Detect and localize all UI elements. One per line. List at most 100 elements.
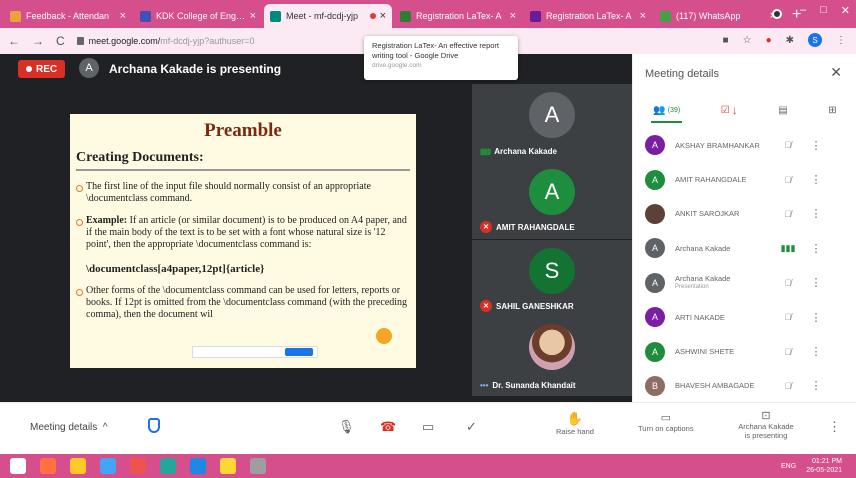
browser-tab[interactable]: Feedback - Attendan ×: [4, 4, 132, 28]
participant-row[interactable]: B BHAVESH AMBAGADE 🎙̸ ⋮: [633, 369, 856, 403]
captions-button[interactable]: ▭ Turn on captions: [638, 411, 694, 433]
bookmark-star-icon[interactable]: ☆: [743, 35, 752, 46]
close-window-button[interactable]: ✕: [841, 4, 850, 17]
participant-subtitle: Presentation: [675, 283, 709, 290]
paint-icon[interactable]: [250, 458, 266, 474]
more-options-icon[interactable]: ⋮: [801, 345, 831, 358]
more-options-icon[interactable]: ⋮: [801, 242, 831, 255]
camera-toggle-icon[interactable]: ▭: [422, 419, 434, 435]
tab-attendance[interactable]: ☑ ↓: [721, 103, 738, 117]
check-icon[interactable]: ✓: [466, 419, 477, 435]
participant-name: AMIT RAHANGDALE: [496, 222, 575, 232]
avatar: A: [645, 238, 665, 259]
close-icon[interactable]: ✕: [830, 64, 842, 81]
tab-people[interactable]: 👥 (39): [651, 104, 683, 123]
stop-sharing-button[interactable]: [285, 348, 313, 356]
close-tab-icon[interactable]: ×: [250, 10, 256, 22]
browser-tab[interactable]: KDK College of Engine ×: [134, 4, 262, 28]
meet-control-bar: Meeting details ^ 🎙 ☎ ▭ ✓ ✋ Raise hand ▭…: [0, 402, 856, 454]
word-icon[interactable]: [190, 458, 206, 474]
participant-row[interactable]: A AMIT RAHANGDALE 🎙̸ ⋮: [633, 162, 856, 196]
chrome-icon[interactable]: [220, 458, 236, 474]
back-button[interactable]: ←: [8, 34, 20, 48]
participant-row[interactable]: A AKSHAY BRAMHANKAR 🎙̸ ⋮: [633, 128, 856, 162]
speaking-icon[interactable]: ▮▮▮: [775, 243, 801, 254]
mic-off-icon[interactable]: 🎙̸: [775, 278, 801, 288]
browser-tab[interactable]: Registration LaTex- A ×: [394, 4, 522, 28]
participant-tile[interactable]: A ▮▮▮ Archana Kakade: [472, 84, 632, 162]
shield-icon[interactable]: [148, 418, 160, 433]
minimize-button[interactable]: –: [800, 4, 806, 17]
microphone-icon[interactable]: 🎙: [338, 419, 355, 435]
raise-hand-button[interactable]: ✋ Raise hand: [556, 411, 594, 436]
more-dots-icon: •••: [480, 381, 489, 390]
more-options-icon[interactable]: ⋮: [801, 207, 831, 220]
mic-off-icon[interactable]: 🎙̸: [775, 209, 801, 219]
mic-off-icon[interactable]: 🎙̸: [775, 140, 801, 150]
maximize-button[interactable]: □: [820, 4, 827, 17]
more-options-icon[interactable]: ⋮: [828, 419, 841, 435]
edge-icon[interactable]: [100, 458, 116, 474]
puzzle-icon[interactable]: ✱: [786, 35, 794, 46]
mic-off-icon[interactable]: 🎙̸: [775, 347, 801, 357]
presenting-label: Archana Kakade is presenting: [109, 62, 282, 76]
hang-up-icon[interactable]: ☎: [380, 419, 396, 435]
present-button[interactable]: ⊡ Archana Kakade is presenting: [736, 409, 796, 440]
participant-avatar: A: [529, 92, 575, 138]
firefox-icon[interactable]: [40, 458, 56, 474]
participant-name: BHAVESH AMBAGADE: [675, 381, 755, 391]
participant-row[interactable]: A ASHWINI SHETE 🎙̸ ⋮: [633, 334, 856, 368]
people-icon: 👥: [653, 104, 666, 116]
favicon-icon: [530, 10, 541, 22]
panel-tabs: 👥 (39) ☑ ↓ ▤ ⊞: [633, 96, 856, 124]
browser-tab[interactable]: (117) WhatsApp×: [654, 4, 782, 28]
mic-off-icon: ✕: [480, 221, 492, 233]
participant-name: ARTI NAKADE: [675, 312, 725, 322]
mic-off-icon[interactable]: 🎙̸: [775, 312, 801, 322]
profile-avatar[interactable]: S: [808, 33, 822, 47]
close-tab-icon[interactable]: ×: [640, 10, 646, 22]
tab-tooltip: Registration LaTex- An effective report …: [364, 36, 518, 80]
avatar: B: [645, 375, 665, 396]
browser-tab[interactable]: Registration LaTex- A ×: [524, 4, 652, 28]
mic-off-icon[interactable]: 🎙̸: [775, 381, 801, 391]
start-icon[interactable]: [10, 458, 26, 474]
hand-icon: ✋: [566, 411, 584, 426]
more-options-icon[interactable]: ⋮: [801, 139, 831, 152]
meeting-details-toggle[interactable]: Meeting details ^: [30, 422, 108, 433]
browser-menu-icon[interactable]: ⋮: [836, 35, 846, 46]
avatar: A: [645, 272, 665, 293]
close-tab-icon[interactable]: ×: [510, 10, 516, 22]
tab-title: KDK College of Engine: [156, 11, 246, 21]
tab-chat[interactable]: ▤: [778, 105, 787, 116]
extension-icon[interactable]: ●: [766, 35, 772, 46]
participant-tile[interactable]: ••• Dr. Sunanda Khandait: [472, 318, 632, 396]
more-options-icon[interactable]: ⋮: [801, 379, 831, 392]
camera-icon[interactable]: ■: [723, 35, 729, 46]
participant-tile[interactable]: A ✕ AMIT RAHANGDALE: [472, 161, 632, 239]
participant-tile[interactable]: S ✕ SAHIL GANESHKAR: [472, 240, 632, 318]
url-field[interactable]: meet.google.com/mf-dcdj-yjp?authuser=0: [89, 36, 255, 46]
opera-icon[interactable]: [130, 458, 146, 474]
participant-row[interactable]: A Archana Kakade Presentation 🎙̸ ⋮: [633, 266, 856, 300]
browser-tab[interactable]: Meet - mf-dcdj-yjp ×: [264, 4, 392, 28]
forward-button[interactable]: →: [32, 34, 44, 48]
file-explorer-icon[interactable]: [70, 458, 86, 474]
clock[interactable]: 01:21 PM 26-05-2021: [806, 457, 842, 475]
system-tray: ENG 01:21 PM 26-05-2021: [781, 457, 842, 475]
participant-row[interactable]: A ARTI NAKADE 🎙̸ ⋮: [633, 300, 856, 334]
participant-name: SAHIL GANESHKAR: [496, 301, 574, 311]
app-icon[interactable]: [160, 458, 176, 474]
close-tab-icon[interactable]: ×: [120, 10, 126, 22]
more-options-icon[interactable]: ⋮: [801, 173, 831, 186]
reload-button[interactable]: C: [56, 34, 65, 48]
slide-command: \documentclass[a4paper,12pt]{article}: [86, 263, 265, 275]
participant-name: Archana Kakade: [675, 243, 731, 253]
close-tab-icon[interactable]: ×: [380, 10, 386, 22]
more-options-icon[interactable]: ⋮: [801, 276, 831, 289]
tab-activities[interactable]: ⊞: [828, 105, 836, 116]
participant-row[interactable]: A Archana Kakade ▮▮▮ ⋮: [633, 231, 856, 265]
participant-row[interactable]: ANKIT SAROJKAR 🎙̸ ⋮: [633, 197, 856, 231]
more-options-icon[interactable]: ⋮: [801, 311, 831, 324]
mic-off-icon[interactable]: 🎙̸: [775, 175, 801, 185]
